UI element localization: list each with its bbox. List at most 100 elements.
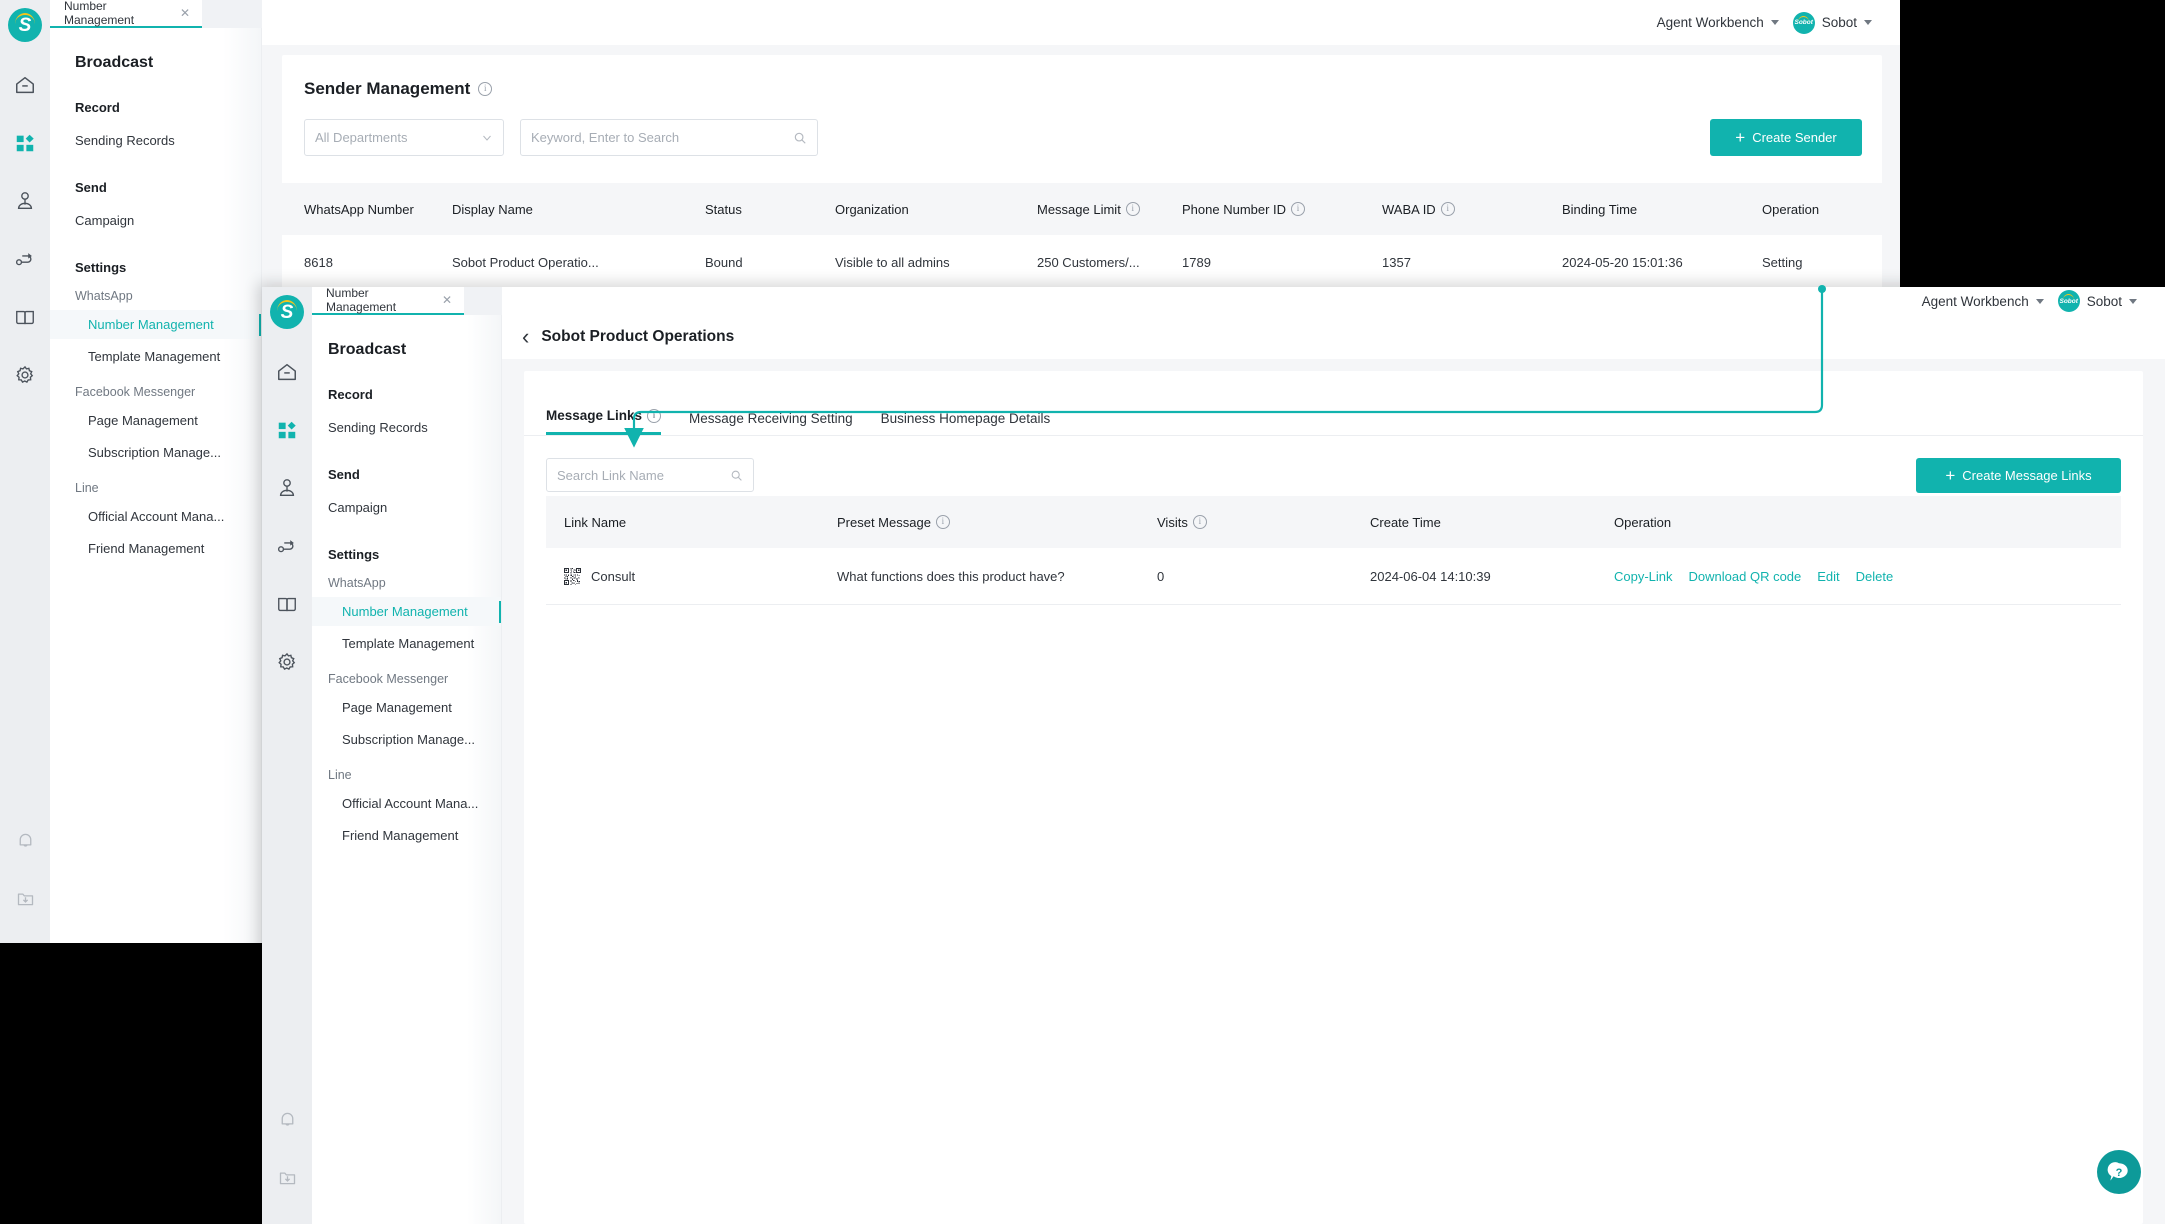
tab-label: Number Management [326, 287, 397, 314]
plus-icon: + [1735, 128, 1746, 147]
cell-phone-number-id: 1789 [1182, 255, 1211, 270]
home-icon[interactable] [262, 343, 312, 401]
menu-item-label: Number Management [88, 317, 214, 332]
detail-tabs: Message Links i Message Receiving Setting… [524, 371, 2143, 436]
menu-item-subscription-management[interactable]: Subscription Manage... [50, 438, 261, 467]
col-phone-number-id: Phone Number ID i [1182, 202, 1382, 217]
info-icon[interactable]: i [935, 515, 950, 529]
menu-item-label: Campaign [328, 500, 388, 515]
sobot-logo-icon[interactable]: S [8, 8, 42, 42]
search-link-name-input[interactable]: Search Link Name [546, 458, 754, 492]
info-icon[interactable]: i [1125, 202, 1140, 216]
close-icon[interactable]: ✕ [180, 6, 190, 20]
message-links-table: Link Name Preset Message i Visits i Create… [546, 496, 2121, 605]
info-icon[interactable]: i [1291, 202, 1306, 216]
tab-message-receiving-setting[interactable]: Message Receiving Setting [689, 411, 853, 435]
workflow-icon[interactable] [262, 517, 312, 575]
search-input[interactable]: Keyword, Enter to Search [520, 119, 818, 156]
knowledge-icon[interactable] [0, 288, 50, 346]
download-qr-code-action[interactable]: Download QR code [1689, 569, 1802, 584]
menu-sub-facebook-messenger: Facebook Messenger [328, 672, 449, 686]
tab-number-management[interactable]: Number Management ✕ [312, 287, 464, 315]
table-header-row: Link Name Preset Message i Visits i Create… [546, 496, 2121, 548]
back-icon[interactable]: ‹ [522, 326, 529, 348]
menu-item-template-management[interactable]: Template Management [312, 629, 501, 658]
copy-link-action[interactable]: Copy-Link [1614, 569, 1673, 584]
info-icon[interactable]: i [478, 82, 493, 96]
settings-icon[interactable] [0, 346, 50, 404]
menu-item-friend-management[interactable]: Friend Management [312, 821, 501, 850]
apps-icon[interactable] [0, 114, 50, 172]
menu-item-label: Page Management [88, 413, 198, 428]
breadcrumb-title: Sobot Product Operations [541, 328, 735, 345]
svg-text:?: ? [2116, 1167, 2123, 1179]
col-visits: Visits i [1157, 515, 1370, 530]
menu-title: Broadcast [328, 341, 407, 358]
qr-code-icon[interactable] [564, 567, 581, 585]
menu-item-label: Subscription Manage... [88, 445, 221, 460]
department-select[interactable]: All Departments [304, 119, 504, 156]
search-icon [731, 470, 742, 481]
menu-item-page-management[interactable]: Page Management [50, 406, 261, 435]
tab-business-homepage-details[interactable]: Business Homepage Details [881, 411, 1051, 435]
menu-item-number-management[interactable]: Number Management [312, 597, 501, 626]
delete-action[interactable]: Delete [1856, 569, 1894, 584]
menu-item-campaign[interactable]: Campaign [312, 494, 501, 521]
menu-title: Broadcast [75, 54, 154, 71]
help-button[interactable]: ? [2097, 1150, 2141, 1194]
contacts-icon[interactable] [0, 172, 50, 230]
menu-item-sending-records[interactable]: Sending Records [312, 414, 501, 441]
apps-icon[interactable] [262, 401, 312, 459]
knowledge-icon[interactable] [262, 575, 312, 633]
chevron-down-icon [483, 135, 491, 141]
tab-message-links[interactable]: Message Links i [546, 408, 662, 435]
menu-item-friend-management[interactable]: Friend Management [50, 534, 261, 563]
agent-workbench-dropdown[interactable]: Agent Workbench [1922, 294, 2044, 309]
cell-link-name: Consult [564, 567, 837, 585]
menu-item-official-account-management[interactable]: Official Account Mana... [312, 789, 501, 818]
menu-sub-line: Line [328, 768, 352, 782]
sobot-logo-icon[interactable]: S [270, 295, 304, 329]
chevron-down-icon [1864, 20, 1872, 25]
menu-item-sending-records[interactable]: Sending Records [50, 127, 261, 154]
archive-icon[interactable] [0, 869, 50, 927]
agent-workbench-label: Agent Workbench [1921, 293, 2029, 309]
user-dropdown[interactable]: Sobot Sobot [1792, 11, 1872, 34]
search-placeholder: Search Link Name [557, 467, 664, 483]
settings-icon[interactable] [262, 633, 312, 691]
create-sender-button[interactable]: + Create Sender [1710, 119, 1862, 156]
cell-whatsapp-number: 8618 [304, 255, 333, 270]
home-icon[interactable] [0, 56, 50, 114]
menu-item-page-management[interactable]: Page Management [312, 693, 501, 722]
tab-number-management[interactable]: Number Management ✕ [50, 0, 202, 28]
create-message-links-button[interactable]: + Create Message Links [1916, 457, 2121, 493]
menu-item-template-management[interactable]: Template Management [50, 342, 261, 371]
edit-action[interactable]: Edit [1817, 569, 1839, 584]
col-operation: Operation [1762, 201, 1820, 217]
search-icon [794, 132, 806, 144]
menu-item-label: Official Account Mana... [342, 796, 479, 811]
close-icon[interactable]: ✕ [442, 293, 452, 307]
info-icon[interactable]: i [1192, 515, 1207, 529]
foreground-window: S Number Management ✕ Broadcast Record S… [262, 287, 2165, 1224]
info-icon[interactable]: i [1440, 202, 1455, 216]
contacts-icon[interactable] [262, 459, 312, 517]
menu-item-subscription-management[interactable]: Subscription Manage... [312, 725, 501, 754]
user-dropdown[interactable]: Sobot Sobot [2057, 290, 2137, 312]
info-icon[interactable]: i [647, 408, 662, 423]
archive-icon[interactable] [262, 1148, 312, 1206]
menu-item-label: Page Management [342, 700, 452, 715]
bell-icon[interactable] [262, 1090, 312, 1148]
menu-item-label: Template Management [88, 349, 221, 364]
setting-link[interactable]: Setting [1762, 255, 1882, 270]
table-row: 8618 Sobot Product Operatio... Bound Vis… [282, 235, 1882, 290]
bell-icon[interactable] [0, 811, 50, 869]
menu-item-number-management[interactable]: Number Management [50, 310, 261, 339]
menu-item-official-account-management[interactable]: Official Account Mana... [50, 502, 261, 531]
foreground-icon-rail: S [262, 287, 312, 1224]
menu-sub-line: Line [75, 481, 99, 495]
workflow-icon[interactable] [0, 230, 50, 288]
menu-item-label: Template Management [342, 636, 475, 651]
agent-workbench-dropdown[interactable]: Agent Workbench [1657, 15, 1779, 30]
menu-item-campaign[interactable]: Campaign [50, 207, 261, 234]
